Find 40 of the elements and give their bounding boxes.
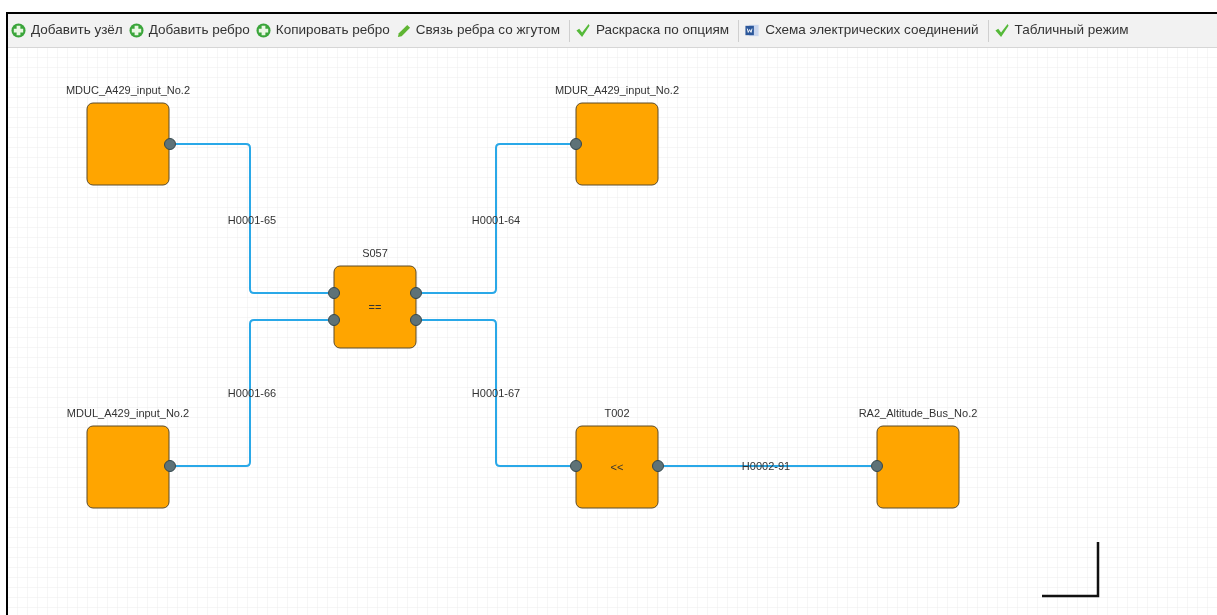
node-label: RA2_Altitude_Bus_No.2: [858, 407, 978, 419]
toolbar-button[interactable]: Копировать ребро: [255, 19, 396, 42]
plus-icon: [11, 23, 26, 38]
toolbar-button[interactable]: Добавить ребро: [128, 19, 256, 42]
port[interactable]: [871, 460, 883, 472]
toolbar-button[interactable]: Связь ребра со жгутом: [395, 19, 566, 42]
port[interactable]: [410, 314, 422, 326]
corner-mark: [1042, 542, 1100, 598]
check-icon: [574, 23, 591, 38]
node-symbol: ==: [368, 301, 382, 313]
toolbar-button[interactable]: Добавить узёл: [11, 19, 129, 42]
toolbar-button[interactable]: Раскраска по опциям: [574, 19, 736, 42]
port[interactable]: [570, 138, 582, 150]
pencil-icon: [395, 23, 411, 38]
plus-icon: [255, 23, 271, 38]
check-icon: [993, 23, 1010, 38]
port[interactable]: [410, 287, 422, 299]
node[interactable]: [876, 425, 960, 509]
node-label: MDUC_A429_input_No.2: [65, 84, 191, 96]
port[interactable]: [328, 314, 340, 326]
node-label: MDUL_A429_input_No.2: [66, 407, 190, 419]
port[interactable]: [328, 287, 340, 299]
port[interactable]: [164, 460, 176, 472]
connector[interactable]: [663, 465, 872, 467]
node-label: S057: [362, 247, 388, 259]
node[interactable]: [575, 102, 659, 186]
port[interactable]: [652, 460, 664, 472]
port[interactable]: [570, 460, 582, 472]
node-symbol: <<: [610, 461, 624, 473]
toolbar-button[interactable]: Табличный режим: [993, 19, 1135, 42]
node[interactable]: [333, 265, 417, 349]
port[interactable]: [164, 138, 176, 150]
document-icon: [744, 23, 761, 38]
node-label: MDUR_A429_input_No.2: [554, 84, 680, 96]
node-label: T002: [604, 407, 630, 419]
node[interactable]: [86, 102, 170, 186]
toolbar-button[interactable]: Схема электрических соединений: [744, 19, 985, 42]
plus-icon: [128, 23, 144, 38]
node[interactable]: [575, 425, 659, 509]
node[interactable]: [86, 425, 170, 509]
